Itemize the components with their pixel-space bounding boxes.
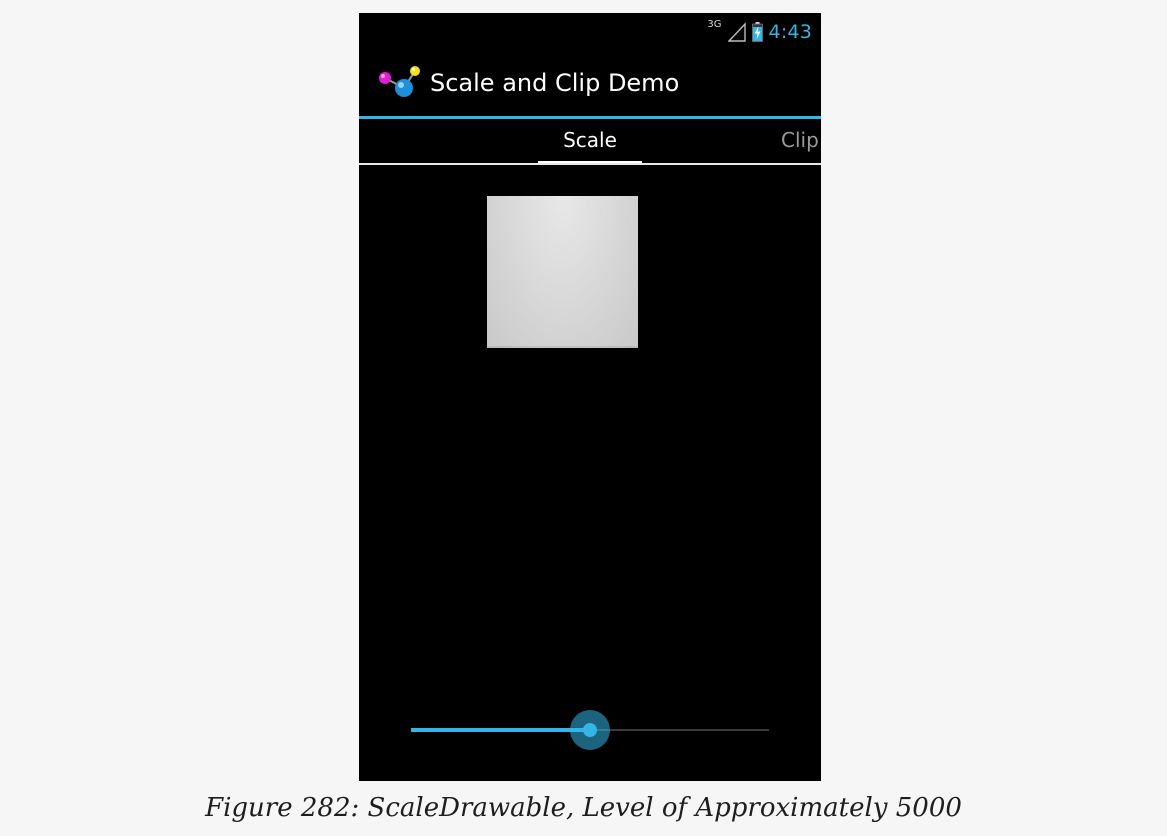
device-screen: 3G 4:43 Scale and Clip Demo Scale Clip <box>359 13 821 781</box>
seekbar-thumb-dot <box>583 723 597 737</box>
tab-scale[interactable]: Scale <box>538 128 642 152</box>
signal-icon <box>727 22 746 42</box>
network-type-label: 3G <box>707 19 722 30</box>
molecule-app-icon[interactable] <box>377 64 423 102</box>
figure-caption: Figure 282: ScaleDrawable, Level of Appr… <box>205 793 962 823</box>
status-clock: 4:43 <box>768 21 812 43</box>
seekbar-thumb[interactable] <box>570 710 610 750</box>
battery-charging-icon <box>751 22 763 42</box>
app-title: Scale and Clip Demo <box>430 69 680 97</box>
status-icons: 3G 4:43 <box>707 18 812 46</box>
scaled-image <box>487 196 638 348</box>
level-seekbar[interactable] <box>411 708 769 752</box>
tab-strip-divider <box>359 163 821 165</box>
tab-strip: Scale Clip <box>359 119 821 164</box>
action-bar: Scale and Clip Demo <box>359 50 821 116</box>
status-bar: 3G 4:43 <box>359 13 821 50</box>
seekbar-progress <box>411 728 590 732</box>
tab-clip[interactable]: Clip <box>781 128 819 152</box>
